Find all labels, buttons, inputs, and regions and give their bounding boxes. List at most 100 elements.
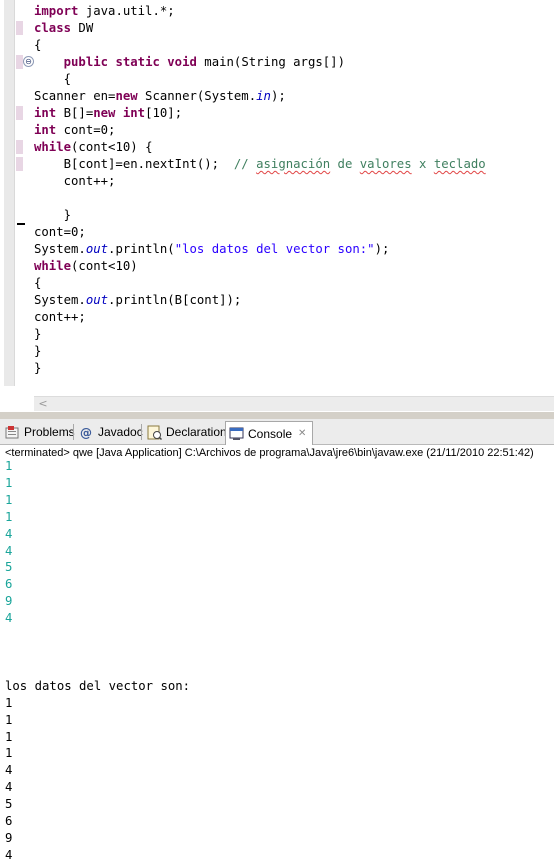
code-line[interactable]: B[cont]=en.nextInt(); // asignación de v…	[34, 156, 486, 173]
console-output-line: 1	[5, 729, 13, 744]
code-token: out	[85, 242, 109, 256]
code-token: }	[34, 361, 42, 375]
code-token: "los datos del vector son:"	[174, 242, 375, 256]
code-token: [10];	[145, 106, 183, 120]
console-icon	[229, 426, 244, 441]
code-line[interactable]: System.out.println("los datos del vector…	[34, 241, 486, 258]
code-line[interactable]: int cont=0;	[34, 122, 486, 139]
code-token: }	[34, 208, 72, 222]
code-token: de	[330, 157, 360, 171]
code-line[interactable]: cont++;	[34, 173, 486, 190]
console-output-line: 1	[5, 695, 13, 710]
code-token: int	[122, 106, 146, 120]
code-token: }	[34, 344, 42, 358]
code-token: x	[411, 157, 434, 171]
code-token: }	[34, 327, 42, 341]
scroll-left-icon[interactable]: <	[36, 397, 50, 411]
code-line[interactable]: cont++;	[34, 309, 486, 326]
ruler-corner	[0, 386, 34, 412]
code-editor[interactable]: ⊖ import java.util.*; class DW{ public st…	[0, 0, 554, 412]
console-output-line: 4	[5, 780, 13, 795]
console-output-line: 1	[5, 746, 13, 761]
view-sash[interactable]	[0, 412, 554, 419]
code-line[interactable]: int B[]=new int[10];	[34, 105, 486, 122]
tab-label: Problems	[24, 425, 75, 439]
annotation-marker[interactable]	[16, 157, 23, 171]
declaration-icon	[147, 425, 163, 440]
code-token: java.util.*;	[78, 4, 175, 18]
code-line[interactable]: }	[34, 326, 486, 343]
code-token: void	[167, 55, 197, 69]
annotation-marker[interactable]	[16, 106, 23, 120]
code-token: import	[34, 4, 79, 18]
code-token: main(String args[])	[196, 55, 345, 69]
code-token: cont++;	[34, 174, 116, 188]
code-token: );	[270, 89, 286, 103]
horizontal-scrollbar[interactable]: <	[34, 396, 554, 411]
tab-javadoc[interactable]: @ Javadoc	[76, 421, 146, 443]
code-line[interactable]: }	[34, 360, 486, 377]
code-line[interactable]: }	[34, 343, 486, 360]
code-line[interactable]: while(cont<10)	[34, 258, 486, 275]
code-token: .println(B[cont]);	[108, 293, 242, 307]
code-token: );	[374, 242, 390, 256]
code-token: out	[85, 293, 109, 307]
code-line[interactable]	[34, 190, 486, 207]
code-line[interactable]: {	[34, 37, 486, 54]
code-token: valores	[359, 157, 412, 171]
editor-overview-ruler	[4, 0, 15, 386]
tab-declaration[interactable]: Declaration	[144, 421, 230, 443]
svg-text:@: @	[80, 426, 92, 440]
code-token: cont++;	[34, 310, 86, 324]
annotation-marker[interactable]	[16, 21, 23, 35]
console-output-line: 4	[5, 763, 13, 778]
console-input-line: 1	[5, 509, 13, 524]
tab-problems[interactable]: Problems	[2, 421, 78, 443]
code-token: (cont<10)	[71, 259, 138, 273]
code-token: public	[63, 55, 109, 69]
tab-label: Declaration	[166, 425, 227, 439]
fold-collapse-icon[interactable]: ⊖	[23, 56, 34, 67]
console-input-line: 1	[5, 459, 13, 473]
console-output[interactable]: 1111445694 los datos del vector son: 1 1 1 1…	[5, 458, 190, 864]
console-input-line: 1	[5, 492, 13, 507]
code-line[interactable]: System.out.println(B[cont]);	[34, 292, 486, 309]
console-output-line: 1	[5, 712, 13, 727]
code-line[interactable]: }	[34, 207, 486, 224]
console-input-line: 4	[5, 611, 13, 626]
code-line[interactable]: class DW	[34, 20, 486, 37]
code-token: new	[93, 106, 116, 120]
console-input-line: 4	[5, 526, 13, 541]
console-output-line: 5	[5, 797, 13, 812]
code-token: DW	[71, 21, 94, 35]
code-token: int	[34, 106, 57, 120]
code-token: static	[115, 55, 160, 69]
console-input-line: 5	[5, 560, 13, 575]
code-line[interactable]: Scanner en=new Scanner(System.in);	[34, 88, 486, 105]
code-token: Scanner en=	[34, 89, 116, 103]
code-token: {	[34, 38, 42, 52]
code-line[interactable]: {	[34, 71, 486, 88]
code-token: cont=0;	[56, 123, 116, 137]
code-line[interactable]: cont=0;	[34, 224, 486, 241]
annotation-marker[interactable]	[16, 55, 23, 69]
annotation-marker[interactable]	[16, 140, 23, 154]
code-token: teclado	[433, 157, 486, 171]
code-line[interactable]: public static void main(String args[])	[34, 54, 486, 71]
close-tab-icon[interactable]: ✕	[298, 423, 306, 445]
source-code[interactable]: import java.util.*; class DW{ public stat…	[34, 3, 486, 377]
code-line[interactable]: import java.util.*;	[34, 3, 486, 20]
console-output-line: 6	[5, 814, 13, 829]
javadoc-icon: @	[79, 425, 94, 440]
view-tab-bar: Problems @ Javadoc Declaration Console ✕	[0, 419, 554, 445]
tab-console[interactable]: Console ✕	[225, 421, 313, 445]
console-output-line: 4	[5, 847, 13, 862]
code-token: new	[115, 89, 138, 103]
code-line[interactable]: {	[34, 275, 486, 292]
code-line[interactable]: while(cont<10) {	[34, 139, 486, 156]
code-token: B[cont]=en.nextInt();	[34, 157, 234, 171]
code-token: {	[34, 72, 72, 86]
